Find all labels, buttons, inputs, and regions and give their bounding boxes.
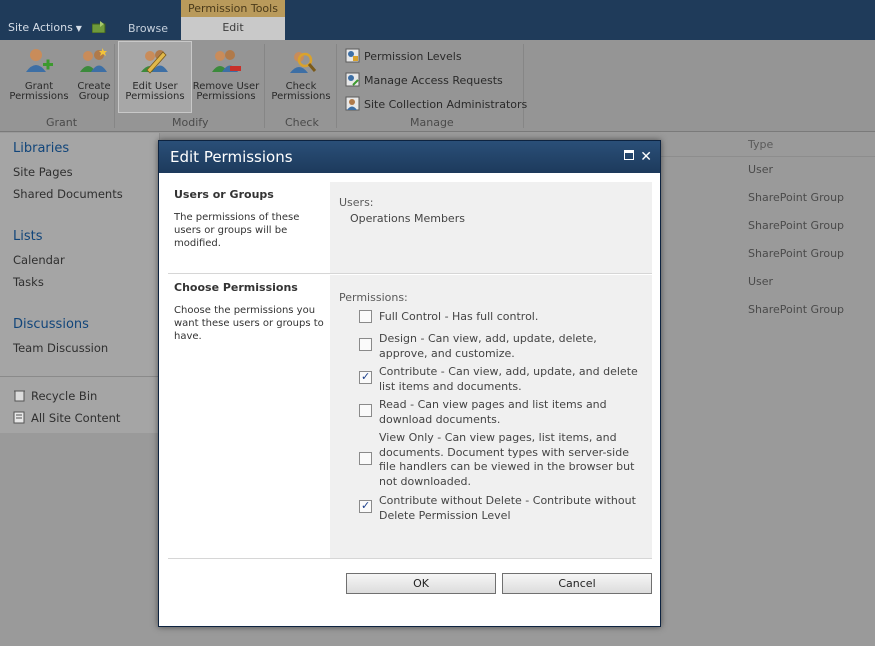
access-requests-icon	[345, 72, 360, 87]
manage-access-requests-label: Manage Access Requests	[364, 74, 503, 87]
permission-label: View Only - Can view pages, list items, …	[379, 431, 635, 488]
close-icon[interactable]: ✕	[640, 141, 652, 173]
site-collection-administrators-label: Site Collection Administrators	[364, 98, 528, 111]
permission-levels-button[interactable]: Permission Levels	[345, 48, 462, 63]
type-cell: SharePoint Group	[748, 247, 845, 260]
nav-tasks[interactable]: Tasks	[13, 275, 44, 289]
permission-label: Design - Can view, add, update, delete, …	[379, 332, 597, 360]
maximize-icon[interactable]	[624, 150, 634, 160]
nav-site-pages[interactable]: Site Pages	[13, 165, 73, 179]
grant-permissions-icon	[26, 49, 53, 72]
dialog-title: Edit Permissions	[170, 148, 293, 166]
group-label-modify: Modify	[172, 116, 209, 129]
permission-levels-label: Permission Levels	[364, 50, 462, 63]
permissions-section-body: Permissions: Full Control - Has full con…	[330, 275, 652, 558]
ribbon-separator	[336, 44, 337, 128]
recycle-bin-label: Recycle Bin	[31, 389, 98, 403]
permission-checkbox[interactable]	[359, 404, 372, 417]
permissions-section-description: Choose the permissions you want these us…	[174, 305, 324, 342]
create-group-icon	[80, 48, 107, 72]
type-cell: SharePoint Group	[748, 303, 845, 316]
nav-discussions[interactable]: Discussions	[13, 317, 89, 332]
chevron-down-icon: ▼	[75, 24, 82, 33]
permission-label: Full Control - Has full control.	[379, 310, 539, 323]
grant-line2: Permissions	[9, 91, 69, 102]
permission-label: Contribute - Can view, add, update, and …	[379, 365, 638, 393]
nav-recycle-bin[interactable]: Recycle Bin	[13, 389, 97, 403]
users-section-title: Users or Groups	[174, 188, 274, 201]
tab-browse[interactable]: Browse	[128, 22, 168, 35]
top-bar: Site Actions ▼ Browse Permission Tools Ed…	[0, 0, 875, 40]
users-section: Users or Groups The permissions of these…	[168, 182, 652, 274]
permission-label: Contribute without Delete - Contribute w…	[379, 494, 636, 522]
row-divider	[660, 156, 875, 157]
users-section-body: Users: Operations Members	[330, 182, 652, 273]
permission-levels-icon	[345, 48, 360, 63]
permission-checkbox[interactable]	[359, 370, 372, 384]
create-group-button[interactable]: Create Group	[74, 46, 114, 102]
manage-access-requests-button[interactable]: Manage Access Requests	[345, 72, 503, 87]
site-admins-icon	[345, 96, 360, 111]
nav-team-discussion[interactable]: Team Discussion	[13, 341, 108, 355]
check-line2: Permissions	[271, 91, 331, 102]
group-label-grant: Grant	[46, 116, 78, 129]
permission-checkbox[interactable]	[359, 452, 372, 465]
site-content-icon	[13, 411, 25, 424]
ribbon-separator	[523, 44, 524, 128]
nav-lists[interactable]: Lists	[13, 229, 43, 244]
permission-label: Read - Can view pages and list items and…	[379, 398, 607, 426]
group-label-check: Check	[285, 116, 319, 129]
type-cell: SharePoint Group	[748, 219, 845, 232]
permissions-section-title: Choose Permissions	[174, 281, 298, 294]
nav-libraries[interactable]: Libraries	[13, 141, 69, 156]
edit-line2: Permissions	[125, 91, 185, 102]
nav-shared-documents[interactable]: Shared Documents	[13, 187, 123, 201]
recycle-bin-icon	[14, 390, 25, 402]
grant-permissions-button[interactable]: Grant Permissions	[8, 46, 70, 102]
dialog-title-bar: Edit Permissions ✕	[159, 141, 660, 173]
permissions-label: Permissions:	[339, 291, 408, 304]
ok-button[interactable]: OK	[346, 573, 496, 594]
group-label-manage: Manage	[410, 116, 454, 129]
create-line2: Group	[78, 91, 110, 102]
nav-calendar[interactable]: Calendar	[13, 253, 65, 267]
remove-user-permissions-icon	[212, 50, 241, 72]
permissions-section: Choose Permissions Choose the permission…	[168, 275, 652, 559]
remove-line2: Permissions	[196, 91, 256, 102]
permission-checkbox[interactable]	[359, 499, 372, 513]
nav-all-site-content[interactable]: All Site Content	[13, 411, 120, 425]
site-collection-administrators-button[interactable]: Site Collection Administrators	[345, 96, 527, 111]
ribbon-separator	[264, 44, 265, 128]
permission-checkbox[interactable]	[359, 338, 372, 351]
ribbon-separator	[114, 44, 115, 128]
users-label: Users:	[339, 196, 374, 209]
all-site-content-label: All Site Content	[31, 411, 121, 425]
check-permissions-icon	[290, 52, 317, 73]
users-value: Operations Members	[350, 212, 465, 225]
permission-tools-group: Permission Tools Edit	[181, 0, 285, 40]
cancel-button[interactable]: Cancel	[502, 573, 652, 594]
edit-user-permissions-icon	[141, 50, 168, 74]
users-section-description: The permissions of these users or groups…	[174, 212, 300, 249]
edit-permissions-dialog: Edit Permissions ✕ Users or Groups The p…	[158, 140, 661, 627]
type-cell: User	[748, 275, 774, 288]
context-group-title: Permission Tools	[181, 0, 285, 17]
site-actions-menu[interactable]: Site Actions ▼	[8, 21, 82, 34]
remove-user-permissions-button[interactable]: Remove User Permissions	[192, 46, 260, 102]
users-section-header: Users or Groups The permissions of these…	[168, 182, 330, 273]
quick-launch: Libraries Site Pages Shared Documents Li…	[0, 133, 160, 433]
tab-edit[interactable]: Edit	[181, 17, 285, 40]
check-permissions-button[interactable]: Check Permissions	[270, 46, 332, 102]
navigate-up-icon[interactable]	[92, 21, 106, 33]
permissions-section-header: Choose Permissions Choose the permission…	[168, 275, 330, 558]
type-cell: SharePoint Group	[748, 191, 845, 204]
nav-divider	[0, 376, 160, 377]
edit-user-permissions-button[interactable]: Edit User Permissions	[118, 41, 192, 113]
site-actions-label: Site Actions	[8, 21, 73, 34]
type-column-header[interactable]: Type	[748, 138, 773, 151]
permission-checkbox[interactable]	[359, 310, 372, 323]
type-cell: User	[748, 163, 774, 176]
